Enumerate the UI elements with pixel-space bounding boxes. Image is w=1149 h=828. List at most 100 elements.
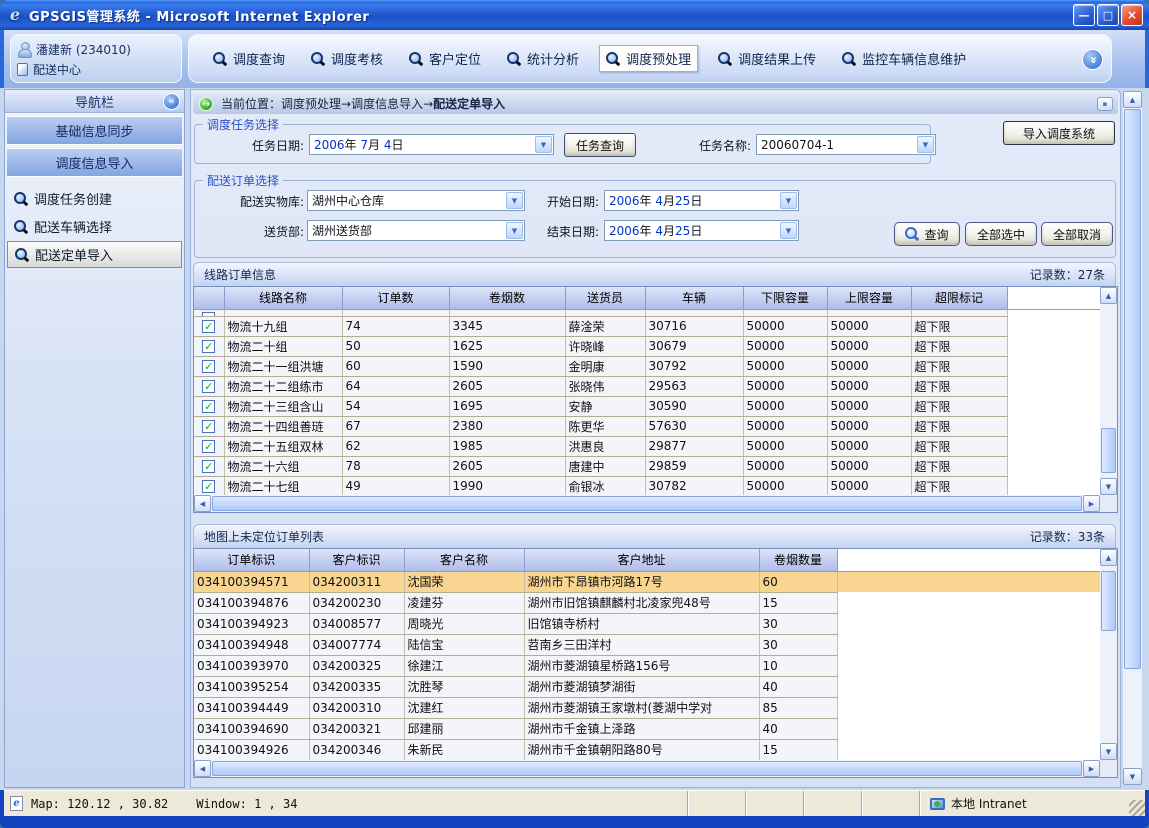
order-row[interactable]: 034100394876 034200230 凌建芬 湖州市旧馆镇麒麟村北凌家兜…	[194, 592, 1100, 613]
sidebar-group-button[interactable]: 基础信息同步	[7, 116, 182, 145]
row-checkbox[interactable]: ✓	[202, 380, 215, 393]
top-nav-item-label: 监控车辆信息维护	[862, 49, 966, 68]
unlocated-table-hscrollbar[interactable]: ◀ ▶	[194, 760, 1100, 777]
route-table-hscrollbar[interactable]: ◀ ▶	[194, 495, 1100, 512]
row-checkbox[interactable]: ✓	[202, 320, 215, 333]
query-button[interactable]: 查询	[894, 222, 960, 246]
dropdown-arrow-icon[interactable]: ▼	[917, 136, 934, 153]
search-icon	[15, 248, 29, 262]
resize-grip[interactable]	[1129, 800, 1145, 816]
customer-name-cell: 邱建丽	[404, 718, 524, 739]
sidebar-item[interactable]: 调度任务创建	[7, 185, 182, 212]
deselect-all-button[interactable]: 全部取消	[1041, 222, 1113, 246]
top-nav-item[interactable]: 统计分析	[501, 46, 585, 71]
maximize-button[interactable]: □	[1097, 4, 1119, 26]
delivery-dept-value: 湖州送货部	[308, 222, 505, 239]
route-row[interactable]: ✓ 物流十九组 74 3345 薛淦荣 30716 50000 50000 超下…	[194, 316, 1100, 336]
route-row[interactable]: ✓ 物流二十六组 78 2605 唐建中 29859 50000 50000 超…	[194, 456, 1100, 476]
scroll-up-button[interactable]: ▲	[1100, 549, 1117, 566]
route-row[interactable]: ✓ 物流二十三组含山 54 1695 安静 30590 50000 50000 …	[194, 396, 1100, 416]
row-checkbox[interactable]: ✓	[202, 400, 215, 413]
scroll-right-button[interactable]: ▶	[1083, 760, 1100, 777]
unlocated-table-vscrollbar[interactable]: ▲ ▼	[1100, 549, 1117, 760]
top-nav-item[interactable]: 客户定位	[403, 46, 487, 71]
order-row[interactable]: 034100393970 034200325 徐建江 湖州市菱湖镇星桥路156号…	[194, 655, 1100, 676]
end-date-combobox[interactable]: 2006年 4月25日 ▼	[604, 220, 799, 241]
select-all-button[interactable]: 全部选中	[965, 222, 1037, 246]
route-row[interactable]: ✓ 物流二十四组善琏 67 2380 陈更华 57630 50000 50000…	[194, 416, 1100, 436]
row-checkbox[interactable]: ✓	[202, 480, 215, 493]
limit-flag-cell: 超下限	[911, 456, 1007, 476]
route-table-vscrollbar[interactable]: ▲ ▼	[1100, 287, 1117, 495]
top-nav-item[interactable]: 调度预处理	[599, 45, 698, 72]
minimize-button[interactable]: —	[1073, 4, 1095, 26]
task-date-combobox[interactable]: 2006年 7月 4日 ▼	[309, 134, 554, 155]
route-row[interactable]: ✓ 物流二十五组双林 62 1985 洪惠良 29877 50000 50000…	[194, 436, 1100, 456]
scroll-thumb[interactable]	[212, 761, 1082, 776]
route-row[interactable]: ✓ 物流二十七组 49 1990 俞银冰 30782 50000 50000 超…	[194, 476, 1100, 495]
sidebar-title: 导航栏	[75, 92, 114, 111]
dropdown-arrow-icon[interactable]: ▼	[780, 222, 797, 239]
warehouse-combobox[interactable]: 湖州中心仓库 ▼	[307, 190, 525, 211]
unlocated-table-grid: 订单标识客户标识客户名称客户地址卷烟数量 034100394571 034200…	[194, 549, 1100, 760]
dropdown-arrow-icon[interactable]: ▼	[535, 136, 552, 153]
close-button[interactable]: ×	[1121, 4, 1143, 26]
panel-collapse-button[interactable]: ▪	[1097, 97, 1113, 111]
scroll-thumb[interactable]	[1101, 571, 1116, 631]
ie-logo-icon: e	[6, 6, 24, 24]
lower-capacity-cell: 50000	[743, 436, 827, 456]
limit-flag-cell: 超下限	[911, 356, 1007, 376]
scroll-up-button[interactable]: ▲	[1100, 287, 1117, 304]
order-row[interactable]: 034100394690 034200321 邱建丽 湖州市千金镇上泽路 40	[194, 718, 1100, 739]
row-checkbox[interactable]: ✓	[202, 420, 215, 433]
scroll-up-button[interactable]: ▲	[1123, 91, 1142, 108]
window: e GPSGIS管理系统 - Microsoft Internet Explor…	[0, 0, 1149, 828]
top-nav-item[interactable]: 调度查询	[207, 46, 291, 71]
sidebar-group-button[interactable]: 调度信息导入	[7, 148, 182, 177]
check-icon: ✓	[204, 381, 213, 392]
row-checkbox[interactable]: ✓	[202, 360, 215, 373]
sidebar-item[interactable]: 配送定单导入	[7, 241, 182, 268]
top-nav-item[interactable]: 调度结果上传	[712, 46, 822, 71]
order-row[interactable]: 034100394571 034200311 沈国荣 湖州市下昂镇市河路17号 …	[194, 571, 1100, 592]
scroll-down-button[interactable]: ▼	[1123, 768, 1142, 785]
top-nav-item[interactable]: 调度考核	[305, 46, 389, 71]
sidebar-collapse-button[interactable]: «	[163, 93, 180, 110]
route-row[interactable]: ✓ 物流二十二组练市 64 2605 张晓伟 29563 50000 50000…	[194, 376, 1100, 396]
order-row[interactable]: 034100395254 034200335 沈胜琴 湖州市菱湖镇梦湖街 40	[194, 676, 1100, 697]
start-date-combobox[interactable]: 2006年 4月25日 ▼	[604, 190, 799, 211]
order-row[interactable]: 034100394948 034007774 陆信宝 苕南乡三田洋村 30	[194, 634, 1100, 655]
order-row[interactable]: 034100394926 034200346 朱新民 湖州市千金镇朝阳路80号 …	[194, 739, 1100, 760]
scroll-right-button[interactable]: ▶	[1083, 495, 1100, 512]
scroll-thumb[interactable]	[212, 496, 1082, 511]
status-coords-panel: e Map: 120.12 , 30.82 Window: 1 , 34	[4, 791, 509, 816]
scroll-down-button[interactable]: ▼	[1100, 478, 1117, 495]
row-checkbox[interactable]: ✓	[202, 340, 215, 353]
dropdown-arrow-icon[interactable]: ▼	[506, 222, 523, 239]
task-query-button[interactable]: 任务查询	[564, 133, 636, 157]
scroll-left-button[interactable]: ◀	[194, 760, 211, 777]
delivery-dept-combobox[interactable]: 湖州送货部 ▼	[307, 220, 525, 241]
scroll-thumb[interactable]	[1101, 428, 1116, 473]
top-nav-item[interactable]: 监控车辆信息维护	[836, 46, 972, 71]
order-id-cell: 034100394923	[194, 613, 309, 634]
page-scrollbar[interactable]: ▲ ▼	[1123, 91, 1142, 785]
sidebar-group-label: 基础信息同步	[55, 121, 133, 140]
scroll-left-button[interactable]: ◀	[194, 495, 211, 512]
row-checkbox[interactable]: ✓	[202, 460, 215, 473]
scroll-down-button[interactable]: ▼	[1100, 743, 1117, 760]
route-row[interactable]: ✓ 物流二十组 50 1625 许晓峰 30679 50000 50000 超下…	[194, 336, 1100, 356]
import-dispatch-button[interactable]: 导入调度系统	[1003, 121, 1115, 145]
order-row[interactable]: 034100394449 034200310 沈建红 湖州市菱湖镇王家墩村(菱湖…	[194, 697, 1100, 718]
dropdown-arrow-icon[interactable]: ▼	[780, 192, 797, 209]
row-checkbox[interactable]: ✓	[202, 440, 215, 453]
order-row[interactable]: 034100394923 034008577 周晓光 旧馆镇寺桥村 30	[194, 613, 1100, 634]
scroll-thumb[interactable]	[1124, 109, 1141, 669]
dropdown-arrow-icon[interactable]: ▼	[506, 192, 523, 209]
title-bar[interactable]: e GPSGIS管理系统 - Microsoft Internet Explor…	[0, 0, 1149, 30]
route-row[interactable]: ✓ 物流二十一组洪塘 60 1590 金明康 30792 50000 50000…	[194, 356, 1100, 376]
task-name-combobox[interactable]: 20060704-1 ▼	[756, 134, 936, 155]
nav-collapse-button[interactable]: «	[1082, 49, 1103, 70]
top-nav-item-label: 调度预处理	[626, 49, 691, 68]
sidebar-item[interactable]: 配送车辆选择	[7, 213, 182, 240]
